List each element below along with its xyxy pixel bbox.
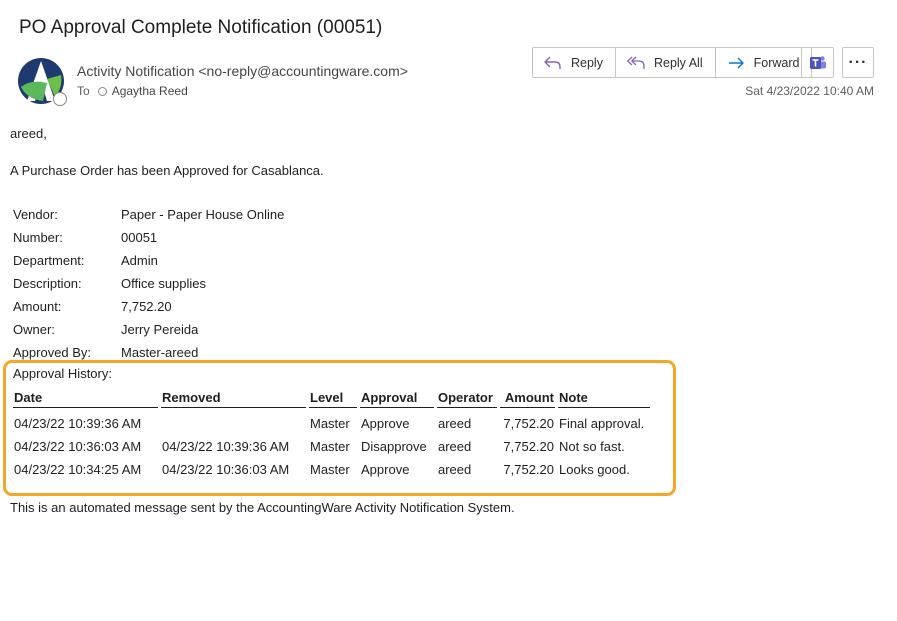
cell-amount: 7,752.20	[503, 439, 554, 454]
detail-key: Number:	[13, 230, 63, 245]
cell-date: 04/23/22 10:34:25 AM	[14, 462, 142, 477]
cell-approval: Approve	[361, 462, 410, 477]
detail-value: Jerry Pereida	[121, 322, 199, 337]
cell-approval: Approve	[361, 416, 410, 431]
table-row: 04/23/22 10:34:25 AM 04/23/22 10:36:03 A…	[13, 458, 650, 481]
teams-button[interactable]	[801, 47, 834, 78]
cell-level: Master	[310, 462, 350, 477]
detail-row: Approved By: Master-areed	[13, 341, 284, 364]
message-actions: Reply Reply All Forward	[532, 47, 813, 78]
greeting: areed,	[10, 126, 47, 141]
reply-button[interactable]: Reply	[533, 48, 616, 77]
sender[interactable]: Activity Notification <no-reply@accounti…	[77, 63, 408, 79]
cell-removed: 04/23/22 10:39:36 AM	[162, 439, 290, 454]
detail-key: Description:	[13, 276, 82, 291]
reply-all-button[interactable]: Reply All	[616, 48, 716, 77]
detail-row: Amount: 7,752.20	[13, 295, 284, 318]
presence-status-icon	[53, 92, 67, 106]
cell-date: 04/23/22 10:36:03 AM	[14, 439, 142, 454]
cell-operator: areed	[438, 462, 472, 477]
cell-approval: Disapprove	[361, 439, 427, 454]
more-actions-button[interactable]: ···	[842, 47, 874, 78]
detail-value: 00051	[121, 230, 158, 245]
cell-amount: 7,752.20	[503, 416, 554, 431]
approval-history-title: Approval History:	[13, 366, 112, 381]
column-header-approval: Approval	[360, 386, 434, 408]
detail-row: Vendor: Paper - Paper House Online	[13, 203, 284, 226]
sent-date: Sat 4/23/2022 10:40 AM	[745, 84, 874, 98]
detail-key: Owner:	[13, 322, 55, 337]
recipient-presence-icon	[97, 86, 107, 96]
detail-row: Description: Office supplies	[13, 272, 284, 295]
to-label: To	[77, 84, 90, 98]
forward-button[interactable]: Forward	[716, 48, 812, 77]
detail-key: Approved By:	[13, 345, 92, 360]
approval-history-table: Date Removed Level Approval Operator Amo…	[10, 386, 653, 481]
detail-row: Owner: Jerry Pereida	[13, 318, 284, 341]
more-dots-icon: ···	[848, 53, 868, 71]
cell-amount: 7,752.20	[503, 462, 554, 477]
cell-date: 04/23/22 10:39:36 AM	[14, 416, 142, 431]
detail-value: Paper - Paper House Online	[121, 207, 285, 222]
intro-text: A Purchase Order has been Approved for C…	[10, 163, 324, 178]
detail-value: Admin	[121, 253, 158, 268]
column-header-operator: Operator	[437, 386, 497, 408]
table-row: 04/23/22 10:39:36 AM Master Approve aree…	[13, 408, 650, 435]
column-header-removed: Removed	[161, 386, 306, 408]
table-row: 04/23/22 10:36:03 AM 04/23/22 10:39:36 A…	[13, 435, 650, 458]
cell-operator: areed	[438, 416, 472, 431]
detail-value: Master-areed	[121, 345, 199, 360]
cell-note: Not so fast.	[559, 439, 625, 454]
column-header-level: Level	[309, 386, 357, 408]
column-header-amount: Amount	[500, 386, 555, 408]
column-header-note: Note	[558, 386, 650, 408]
automated-footer: This is an automated message sent by the…	[10, 500, 515, 515]
reply-all-label: Reply All	[653, 55, 703, 70]
detail-row: Number: 00051	[13, 226, 284, 249]
reply-label: Reply	[571, 55, 603, 70]
forward-label: Forward	[753, 55, 800, 70]
detail-key: Amount:	[13, 299, 62, 314]
column-header-date: Date	[13, 386, 158, 408]
cell-note: Looks good.	[559, 462, 630, 477]
microsoft-teams-icon	[809, 55, 826, 69]
recipient-name[interactable]: Agaytha Reed	[112, 84, 188, 98]
reply-all-arrow-icon	[626, 56, 645, 69]
cell-note: Final approval.	[559, 416, 645, 431]
cell-level: Master	[310, 439, 350, 454]
po-details-table: Vendor: Paper - Paper House Online Number…	[13, 203, 284, 364]
detail-key: Vendor:	[13, 207, 58, 222]
table-header-row: Date Removed Level Approval Operator Amo…	[13, 386, 650, 408]
recipient-row: To Agaytha Reed	[77, 84, 188, 98]
cell-removed: 04/23/22 10:36:03 AM	[162, 462, 290, 477]
detail-row: Department: Admin	[13, 249, 284, 272]
detail-value: Office supplies	[121, 276, 207, 291]
email-subject: PO Approval Complete Notification (00051…	[19, 17, 383, 38]
detail-value: 7,752.20	[121, 299, 172, 314]
cell-removed	[161, 408, 306, 435]
cell-level: Master	[310, 416, 350, 431]
forward-arrow-icon	[728, 57, 744, 68]
cell-operator: areed	[438, 439, 472, 454]
detail-key: Department:	[13, 253, 85, 268]
reply-arrow-icon	[544, 56, 561, 69]
